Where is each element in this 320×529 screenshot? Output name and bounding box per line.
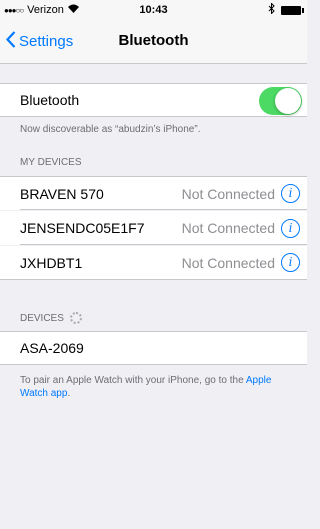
devices-header: DEVICES [20,312,82,324]
info-icon[interactable]: i [281,184,300,203]
device-status: Not Connected [181,185,275,202]
status-time: 10:43 [139,4,168,16]
discovered-device-row[interactable]: ASA-2069 [0,331,307,365]
toggle-knob [275,88,301,114]
device-name: JENSENDC05E1F7 [20,220,145,236]
bluetooth-toggle[interactable] [259,87,302,115]
device-row[interactable]: BRAVEN 570 Not Connected i [0,176,307,210]
nav-bar: Settings Bluetooth [0,20,307,64]
footer-end: . [67,388,71,399]
info-icon[interactable]: i [281,253,300,272]
status-right [268,2,304,17]
device-status: Not Connected [181,254,275,271]
devices-header-label: DEVICES [20,312,64,324]
bluetooth-icon [268,2,275,17]
bluetooth-toggle-label: Bluetooth [20,92,80,108]
device-row[interactable]: JENSENDC05E1F7 Not Connected i [0,211,307,245]
chevron-left-icon [5,31,16,52]
status-bar: ●●●○○ Verizon 10:43 [0,0,307,20]
my-devices-header: MY DEVICES [20,157,82,168]
device-name: BRAVEN 570 [20,185,104,202]
device-name: ASA-2069 [20,340,84,356]
device-status: Not Connected [181,220,275,236]
spinner-icon [69,312,82,324]
back-button[interactable]: Settings [5,31,74,52]
device-row[interactable]: JXHDBT1 Not Connected i [0,246,307,280]
bluetooth-toggle-row: Bluetooth [0,83,307,117]
back-button-label: Settings [19,33,74,50]
device-name: JXHDBT1 [20,254,83,271]
info-icon[interactable]: i [281,218,300,238]
my-devices-header-label: MY DEVICES [20,157,82,168]
battery-icon [281,5,304,15]
discoverable-caption: Now discoverable as “abudzin’s iPhone”. [20,124,201,135]
footer-body: To pair an Apple Watch with your iPhone,… [20,375,246,386]
footer-text: To pair an Apple Watch with your iPhone,… [20,374,300,400]
